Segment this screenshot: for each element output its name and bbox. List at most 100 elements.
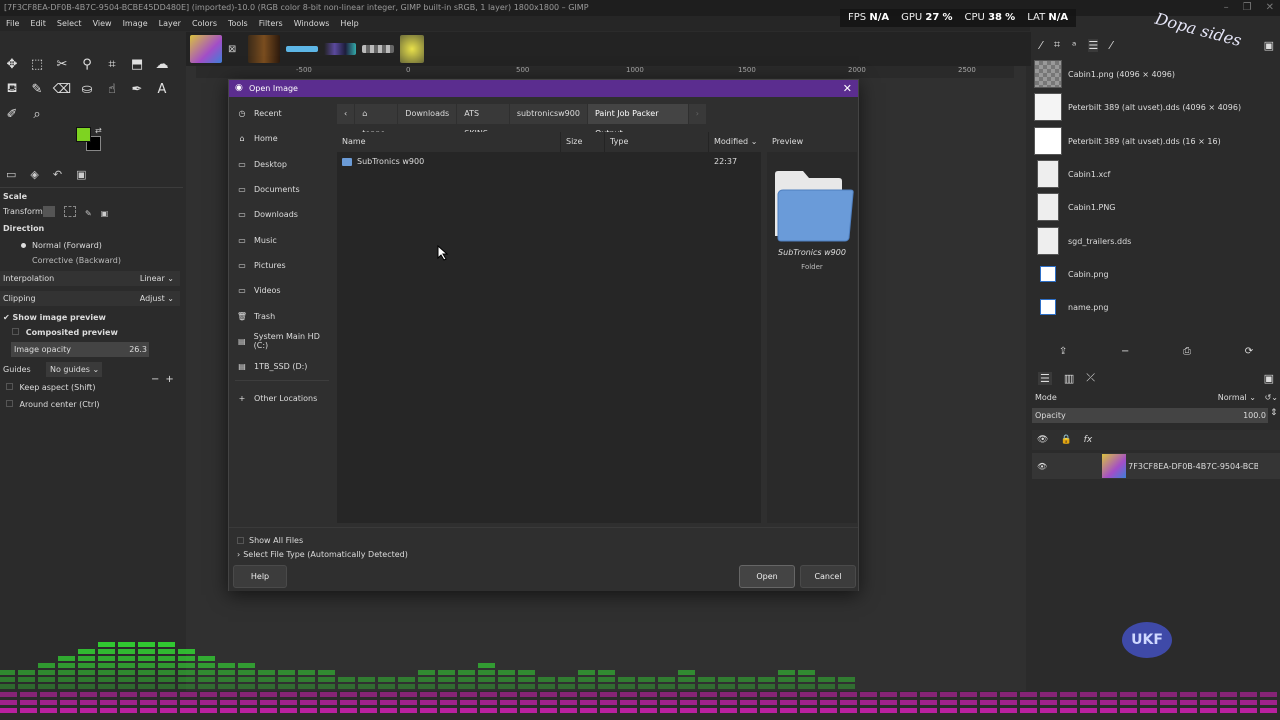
refresh-icon[interactable]: ⟳ (1245, 346, 1253, 357)
paths-tab-icon[interactable]: ⤫ (1086, 371, 1095, 385)
visibility-icon[interactable]: 👁 (1037, 435, 1048, 445)
menu-help[interactable]: Help (340, 16, 358, 31)
help-button[interactable]: Help (233, 565, 287, 588)
open-button[interactable]: Open (739, 565, 795, 588)
place-music[interactable]: ▭ Music (237, 231, 277, 249)
image-list-item[interactable]: sgd_trailers.dds (1032, 226, 1280, 256)
around-center-checkbox[interactable]: Around center (Ctrl) (0, 397, 180, 412)
image-list-item[interactable]: Peterbilt 389 (alt uvset).dds (4096 × 40… (1032, 92, 1280, 122)
device-status-tab-icon[interactable]: ◈ (30, 168, 38, 181)
opacity-slider[interactable]: Opacity 100.0 (1032, 408, 1268, 423)
clipping-select[interactable]: Clipping Adjust ⌄ (0, 291, 180, 306)
image-list-item[interactable]: Cabin1.png (4096 × 4096) (1032, 59, 1280, 89)
image-tab-thumbnail[interactable] (362, 45, 395, 53)
menu-icon[interactable]: ▣ (1264, 372, 1274, 385)
image-tab-thumbnail[interactable] (248, 35, 281, 63)
transform-selection-icon[interactable] (64, 206, 76, 217)
eraser-tool-icon[interactable]: ⌫ (52, 79, 72, 99)
menu-colors[interactable]: Colors (192, 16, 217, 31)
image-list-item[interactable]: Peterbilt 389 (alt uvset).dds (16 × 16) (1032, 126, 1280, 156)
lasso-tool-icon[interactable]: ✂ (52, 54, 72, 74)
unified-transform-tool-icon[interactable]: ⬒ (127, 54, 147, 74)
swap-colors-icon[interactable]: ⇄ (95, 126, 102, 135)
lock-icon[interactable]: 🔒 (1060, 435, 1071, 445)
reset-mode-icon[interactable]: ↺⌄ (1265, 390, 1278, 405)
show-all-files-checkbox[interactable]: Show All Files (237, 536, 303, 545)
place-recent[interactable]: ◷ Recent (237, 104, 282, 122)
image-tab-thumbnail[interactable] (324, 43, 357, 55)
images-tab-icon[interactable]: ▣ (76, 168, 86, 181)
menu-filters[interactable]: Filters (259, 16, 283, 31)
close-window-icon[interactable]: ✕ (1266, 0, 1274, 16)
path-crumb-topno[interactable]: ⌂ topno (355, 104, 399, 138)
brushes-tab-icon[interactable]: ⁄ (1040, 39, 1042, 52)
guides-select[interactable]: No guides ⌄ (46, 362, 102, 377)
rect-select-tool-icon[interactable]: ⬚ (27, 54, 47, 74)
direction-corrective-radio[interactable]: Corrective (Backward) (0, 253, 180, 268)
menu-view[interactable]: View (93, 16, 112, 31)
image-list-item[interactable]: name.png (1032, 292, 1280, 322)
cancel-button[interactable]: Cancel (800, 565, 856, 588)
images-tab-icon[interactable]: ☰ (1088, 38, 1099, 52)
transform-path-icon[interactable]: ✎ (85, 206, 92, 221)
select-file-type-expander[interactable]: › Select File Type (Automatically Detect… (237, 550, 408, 559)
foreground-color-swatch[interactable] (76, 127, 91, 142)
close-dialog-icon[interactable]: ✕ (843, 80, 852, 97)
interpolation-select[interactable]: Interpolation Linear ⌄ (0, 271, 180, 286)
image-tab-thumbnail[interactable] (286, 46, 319, 52)
menu-image[interactable]: Image (123, 16, 148, 31)
warp-tool-icon[interactable]: ☁ (152, 54, 172, 74)
patterns-tab-icon[interactable]: ⌗ (1054, 38, 1060, 52)
fonts-tab-icon[interactable]: ᵃ (1072, 39, 1076, 52)
menu-icon[interactable]: ▣ (1264, 39, 1274, 52)
menu-tools[interactable]: Tools (228, 16, 248, 31)
paths-tool-icon[interactable]: ✒ (127, 79, 147, 99)
transform-layer-icon[interactable] (43, 206, 55, 217)
transform-image-icon[interactable]: ▣ (101, 206, 109, 221)
place-drive-d[interactable]: ▤ 1TB_SSD (D:) (237, 357, 307, 375)
image-list-item[interactable]: Cabin1.PNG (1032, 192, 1280, 222)
visibility-icon[interactable]: 👁 (1037, 462, 1047, 471)
place-pictures[interactable]: ▭ Pictures (237, 256, 285, 274)
column-type[interactable]: Type (605, 132, 709, 152)
show-preview-checkbox[interactable]: ✔ Show image preview (0, 310, 180, 325)
path-crumb-downloads[interactable]: Downloads (398, 104, 458, 124)
image-opacity-slider[interactable]: Image opacity 26.3 (11, 342, 149, 357)
move-tool-icon[interactable]: ✥ (2, 54, 22, 74)
tool-options-tab-icon[interactable]: ▭ (6, 168, 16, 181)
menu-file[interactable]: File (6, 16, 19, 31)
close-tab-icon[interactable]: ⊠ (228, 44, 236, 55)
fuzzy-select-tool-icon[interactable]: ⚲ (77, 54, 97, 74)
path-back-icon[interactable]: ‹ (337, 104, 356, 124)
place-documents[interactable]: ▭ Documents (237, 180, 299, 198)
menu-select[interactable]: Select (57, 16, 82, 31)
close-view-icon[interactable]: − (1121, 346, 1129, 357)
opacity-stepper-icon[interactable]: ⇕ (1270, 408, 1278, 418)
zoom-tool-icon[interactable]: ⌕ (27, 104, 47, 124)
column-size[interactable]: Size (561, 132, 605, 152)
path-crumb-subtronicsw900[interactable]: subtronicsw900 (509, 104, 588, 124)
crop-tool-icon[interactable]: ⌗ (102, 54, 122, 74)
layers-tab-icon[interactable]: ☰ (1038, 371, 1052, 385)
image-tab-thumbnail[interactable] (400, 35, 425, 63)
image-tab-thumbnail[interactable] (190, 35, 222, 63)
path-crumb-ats-skins[interactable]: ATS SKINS (457, 104, 510, 138)
path-forward-icon[interactable]: › (688, 104, 707, 124)
column-modified[interactable]: Modified ⌄ (709, 132, 761, 152)
menu-edit[interactable]: Edit (30, 16, 46, 31)
smudge-tool-icon[interactable]: ☝ (102, 79, 122, 99)
bucket-fill-tool-icon[interactable]: ⛾ (2, 79, 22, 99)
place-drive-c[interactable]: ▤ System Main HD (C:) (237, 332, 334, 350)
keep-aspect-checkbox[interactable]: Keep aspect (Shift) (0, 380, 180, 395)
clone-tool-icon[interactable]: ⛀ (77, 79, 97, 99)
place-other-locations[interactable]: + Other Locations (237, 389, 318, 407)
file-row[interactable]: SubTronics w900 22:37 (337, 154, 761, 169)
raise-view-icon[interactable]: ⇪ (1059, 346, 1067, 357)
composited-preview-checkbox[interactable]: Composited preview (0, 325, 180, 340)
new-display-icon[interactable]: ⎙ (1183, 346, 1191, 357)
minimize-icon[interactable]: – (1224, 0, 1229, 16)
column-name[interactable]: Name (337, 132, 561, 152)
path-crumb-output[interactable]: Paint Job Packer Output (587, 104, 689, 138)
place-videos[interactable]: ▭ Videos (237, 281, 280, 299)
paint-dynamics-tab-icon[interactable]: ⁄ (1110, 39, 1112, 52)
